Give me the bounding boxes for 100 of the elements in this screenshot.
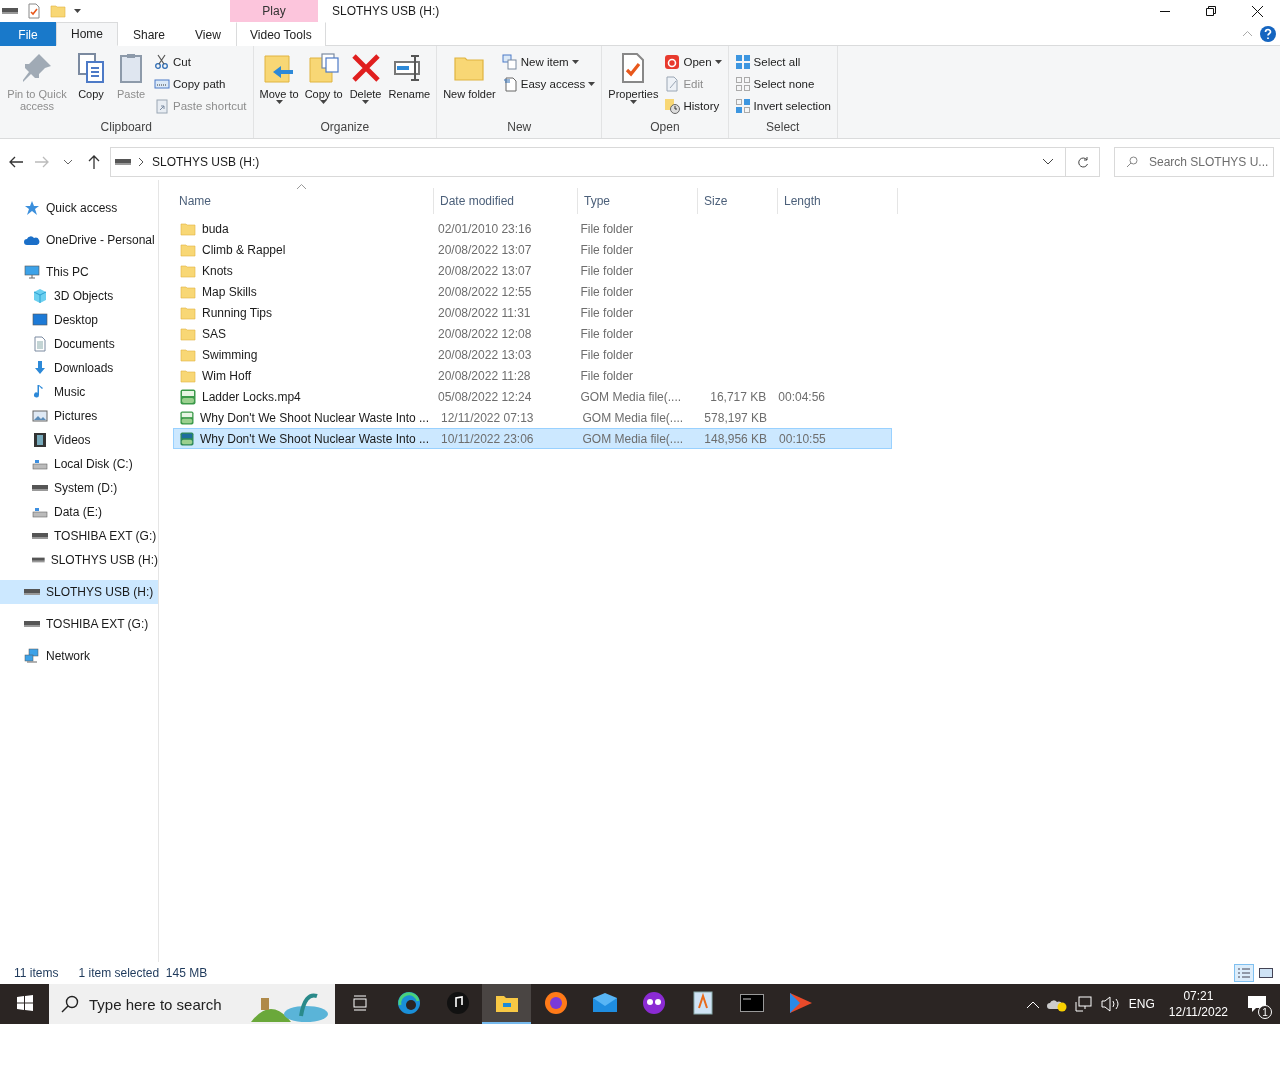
drive-icon xyxy=(24,589,40,595)
chevron-up-icon[interactable] xyxy=(1026,1000,1039,1008)
ribbon-button[interactable]: New folder xyxy=(441,50,498,120)
search-icon xyxy=(61,995,79,1013)
folder-icon xyxy=(180,220,196,237)
nav-item[interactable]: SLOTHYS USB (H:) xyxy=(0,548,158,572)
caret-icon xyxy=(629,100,637,104)
column-header[interactable]: Type xyxy=(578,188,698,214)
ribbon-tab[interactable]: Home xyxy=(56,22,118,46)
nav-item[interactable]: 3D Objects xyxy=(0,284,158,308)
file-row[interactable]: Swimming 20/08/2022 13:03 File folder xyxy=(173,344,892,365)
volume-icon[interactable] xyxy=(1100,996,1121,1012)
file-row[interactable]: Why Don't We Shoot Nuclear Waste Into ... 10/11/2022 23:06 GOM Media file(.... 148,956 KB 00:10:55 xyxy=(173,428,892,449)
ribbon-button[interactable]: Cut xyxy=(152,52,249,72)
search-field[interactable]: Search SLOTHYS U... xyxy=(1114,147,1274,177)
type-cell: File folder xyxy=(580,263,634,278)
search-icon xyxy=(1126,156,1138,168)
ribbon-button[interactable]: New item xyxy=(499,52,598,72)
refresh-button[interactable] xyxy=(1066,147,1100,177)
nav-item[interactable]: TOSHIBA EXT (G:) xyxy=(0,612,158,636)
ribbon-button[interactable]: Rename xyxy=(386,50,433,120)
nav-item[interactable]: OneDrive - Personal xyxy=(0,228,158,252)
column-header[interactable]: Length xyxy=(778,188,898,214)
clock[interactable]: 07:21 12/11/2022 xyxy=(1162,988,1234,1020)
date-cell: 20/08/2022 13:07 xyxy=(438,263,532,278)
file-row[interactable]: buda 02/01/2010 23:16 File folder xyxy=(173,218,892,239)
file-row[interactable]: Map Skills 20/08/2022 12:55 File folder xyxy=(173,281,892,302)
dropdown-icon[interactable] xyxy=(1043,159,1053,165)
ribbon-button[interactable]: Properties xyxy=(606,50,661,120)
ribbon-button[interactable]: Invert selection xyxy=(732,96,833,116)
file-row[interactable]: Running Tips 20/08/2022 11:31 File folder xyxy=(173,302,892,323)
ribbon-button[interactable]: Copy path xyxy=(152,74,249,94)
ribbon-tab[interactable]: Video Tools xyxy=(235,22,326,46)
ribbon-button[interactable]: Copy xyxy=(72,50,110,120)
column-header[interactable]: Size xyxy=(698,188,778,214)
refresh-icon xyxy=(1076,156,1089,168)
folder-arrow-icon xyxy=(263,52,296,84)
file-row[interactable]: Wim Hoff 20/08/2022 11:28 File folder xyxy=(173,365,892,386)
length-cell: 00:04:56 xyxy=(778,389,825,404)
file-row[interactable]: Climb & Rappel 20/08/2022 13:07 File folder xyxy=(173,239,892,260)
drive-icon xyxy=(32,485,48,491)
ribbon-button[interactable]: Move to xyxy=(257,50,301,120)
nav-item[interactable]: Documents xyxy=(0,332,158,356)
nav-item[interactable]: Pictures xyxy=(0,404,158,428)
nav-item[interactable]: Videos xyxy=(0,428,158,452)
ribbon-tab[interactable]: File xyxy=(0,22,56,46)
shortcut-icon xyxy=(154,98,170,114)
file-row[interactable]: Ladder Locks.mp4 05/08/2022 12:24 GOM Media file(.... 16,717 KB 00:04:56 xyxy=(173,386,892,407)
nav-item[interactable]: Quick access xyxy=(0,196,158,220)
chevron-down-icon xyxy=(64,159,72,165)
network-icon[interactable] xyxy=(1074,996,1093,1012)
address-field[interactable]: SLOTHYS USB (H:) xyxy=(110,147,1066,177)
nav-item[interactable]: Data (E:) xyxy=(0,500,158,524)
nav-item[interactable]: Downloads xyxy=(0,356,158,380)
folder-icon xyxy=(50,3,66,19)
file-row[interactable]: Why Don't We Shoot Nuclear Waste Into ... 12/11/2022 07:13 GOM Media file(.... 578,197 KB xyxy=(173,407,892,428)
restore-icon xyxy=(1206,6,1216,16)
type-cell: File folder xyxy=(580,368,634,383)
type-cell: File folder xyxy=(580,242,634,257)
date-cell: 20/08/2022 11:28 xyxy=(438,368,531,383)
ribbon-button[interactable]: Delete xyxy=(346,50,385,120)
ribbon-button[interactable]: Select all xyxy=(732,52,833,72)
notification-count: 1 xyxy=(1258,1005,1272,1019)
document-icon xyxy=(692,991,713,1015)
ribbon-button[interactable]: History xyxy=(662,96,724,116)
ribbon-button[interactable]: Copy to xyxy=(302,50,345,120)
nav-item[interactable]: This PC xyxy=(0,260,158,284)
help-icon[interactable] xyxy=(1260,25,1276,42)
film-icon xyxy=(32,432,48,448)
type-cell: GOM Media file(.... xyxy=(582,431,684,446)
nav-item[interactable]: Music xyxy=(0,380,158,404)
type-cell: File folder xyxy=(580,347,634,362)
nav-item[interactable]: Desktop xyxy=(0,308,158,332)
nav-item[interactable]: Network xyxy=(0,644,158,668)
column-header[interactable]: Date modified xyxy=(434,188,578,214)
ribbon-button[interactable]: Open xyxy=(662,52,724,72)
folder-icon xyxy=(180,262,196,279)
ribbon-button[interactable]: Select none xyxy=(732,74,833,94)
type-cell: File folder xyxy=(580,326,634,341)
column-header[interactable]: Name xyxy=(173,188,434,214)
date-cell: 20/08/2022 13:03 xyxy=(438,347,532,362)
forward-arrow-icon xyxy=(35,156,49,168)
taskbar-search-field[interactable]: Type here to search xyxy=(49,984,335,1024)
size-cell: 578,197 KB xyxy=(704,410,768,425)
file-explorer-button[interactable] xyxy=(482,984,531,1024)
nav-item[interactable]: Local Disk (C:) xyxy=(0,452,158,476)
file-row[interactable]: Knots 20/08/2022 13:07 File folder xyxy=(173,260,892,281)
nav-item[interactable]: TOSHIBA EXT (G:) xyxy=(0,524,158,548)
drive-icon xyxy=(24,621,40,627)
type-cell: File folder xyxy=(580,221,634,236)
nav-item[interactable]: System (D:) xyxy=(0,476,158,500)
caret-icon xyxy=(714,60,722,64)
folder-icon xyxy=(180,325,196,342)
file-row[interactable]: SAS 20/08/2022 12:08 File folder xyxy=(173,323,892,344)
date-cell: 20/08/2022 12:08 xyxy=(438,326,532,341)
language-indicator[interactable]: ENG xyxy=(1128,997,1155,1011)
ribbon-button[interactable]: Easy access xyxy=(499,74,598,94)
caret-icon xyxy=(362,100,370,104)
nav-item[interactable]: SLOTHYS USB (H:) xyxy=(0,580,158,604)
video-file-icon xyxy=(180,409,194,426)
